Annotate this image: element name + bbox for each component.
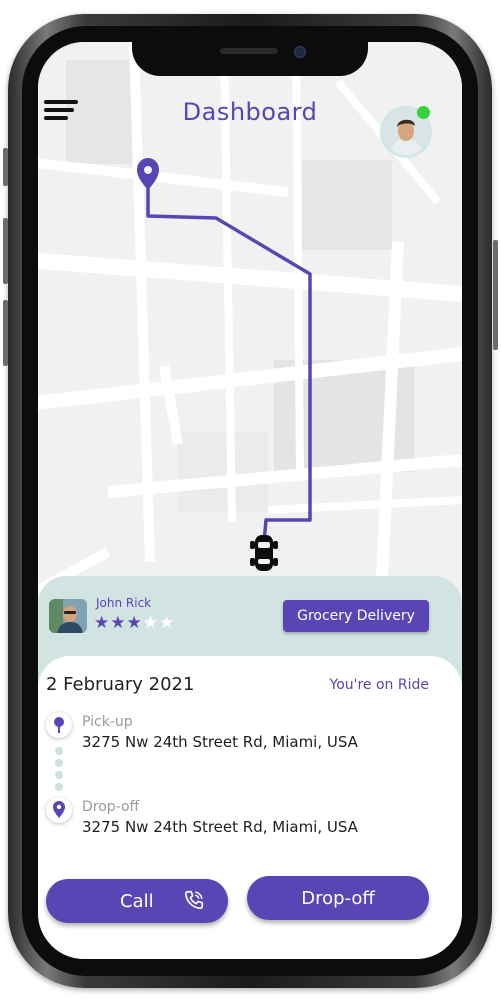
online-status-dot [417, 106, 430, 119]
call-button[interactable]: Call [46, 879, 228, 923]
route-dot [55, 783, 63, 791]
driver-rating: ★★★★★ [94, 613, 175, 633]
car-icon [250, 535, 278, 571]
star-icon: ★ [142, 613, 159, 633]
pickup-label: Pick-up [82, 714, 133, 730]
location-pin-icon [53, 801, 65, 818]
app-screen: Dashboard John Rick ★★★★★ Grocery Delive… [38, 42, 462, 959]
ride-status: You're on Ride [329, 677, 430, 693]
route-dot [55, 759, 63, 767]
dropoff-button[interactable]: Drop-off [247, 876, 429, 920]
star-icon: ★ [126, 613, 143, 633]
star-icon: ★ [110, 613, 127, 633]
front-camera [294, 46, 306, 58]
phone-side-button [493, 240, 498, 350]
dropoff-label: Drop-off [82, 799, 140, 815]
location-pin-icon [54, 717, 64, 733]
ride-date: 2 February 2021 [46, 674, 195, 695]
pickup-marker [46, 712, 72, 738]
phone-side-button [3, 218, 8, 284]
dropoff-marker [46, 797, 72, 823]
call-button-label: Call [120, 891, 154, 912]
route-dot [55, 771, 63, 779]
phone-side-button [3, 300, 8, 366]
route-dot [55, 747, 63, 755]
driver-avatar [49, 599, 87, 633]
dropoff-address: 3275 Nw 24th Street Rd, Miami, USA [82, 818, 358, 836]
driver-name: John Rick [96, 596, 152, 610]
speaker-grille [220, 48, 278, 54]
star-icon: ★ [159, 613, 176, 633]
phone-notch [132, 42, 368, 76]
star-icon: ★ [94, 613, 111, 633]
phone-side-button [3, 148, 8, 186]
service-type-button[interactable]: Grocery Delivery [283, 600, 429, 632]
phone-icon [184, 890, 204, 910]
pickup-address: 3275 Nw 24th Street Rd, Miami, USA [82, 733, 358, 751]
